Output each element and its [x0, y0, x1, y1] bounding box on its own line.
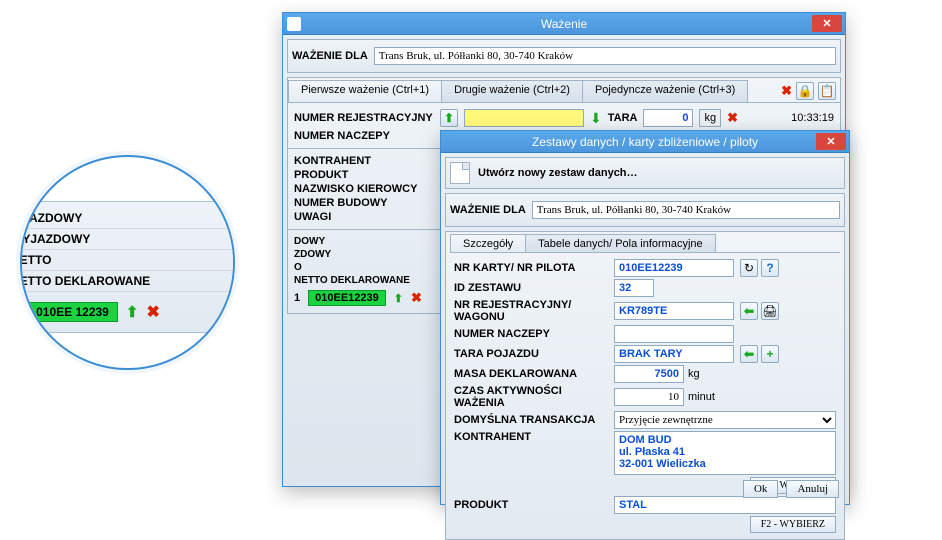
kontrahent-label-2: KONTRAHENT [454, 431, 614, 443]
front-titlebar: Zestawy danych / karty zbliżeniowe / pil… [441, 131, 849, 153]
nr-karty-label: NR KARTY/ NR PILOTA [454, 262, 614, 274]
print-icon[interactable]: 🖨 [761, 302, 779, 320]
numer-budowy-label: NUMER BUDOWY [294, 197, 454, 209]
back-netto: O [294, 262, 454, 273]
front-title: Zestawy danych / karty zbliżeniowe / pil… [532, 135, 758, 149]
kg-unit: kg [699, 109, 721, 127]
subtitle: Utwórz nowy zestaw danych… [478, 167, 638, 179]
cancel-button[interactable]: Anuluj [786, 480, 839, 498]
nazwisko-label: NAZWISKO KIEROWCY [294, 183, 454, 195]
close-icon[interactable]: ✕ [816, 133, 846, 150]
tab-single-weighing[interactable]: Pojedyncze ważenie (Ctrl+3) [582, 80, 748, 102]
wazenie-dla-label-2: WAŻENIE DLA [450, 204, 526, 216]
nr-rejestracyjny-label: NUMER REJESTRACYJNY [294, 112, 434, 124]
tab-second-weighing[interactable]: Drugie ważenie (Ctrl+2) [441, 80, 583, 102]
chip-index: 1 [294, 292, 300, 304]
arrow-left-icon-2[interactable]: ⬅ [740, 345, 758, 363]
back-wjazdowy: DOWY [294, 236, 454, 247]
clear-icon[interactable]: ✖ [781, 83, 792, 99]
nr-rejestracyjny-input[interactable] [464, 109, 584, 127]
delete-icon[interactable]: ✖ [411, 290, 422, 306]
nr-rej-label: NR REJESTRACYJNY/ WAGONU [454, 299, 614, 323]
numer-naczepy-input[interactable] [614, 325, 734, 343]
plus-icon[interactable]: + [761, 345, 779, 363]
tab-tables[interactable]: Tabele danych/ Pola informacyjne [525, 234, 715, 252]
back-title: Ważenie [541, 17, 587, 31]
produkt-value[interactable]: STAL [614, 496, 836, 514]
nr-naczepy-label: NUMER NACZEPY [294, 130, 434, 142]
zoom-wyjazdowy: WYJAZDOWY [20, 229, 235, 250]
tara-pojazdu-value[interactable]: BRAK TARY [614, 345, 734, 363]
minut-label: minut [688, 391, 715, 403]
tara-label: TARA [608, 112, 638, 124]
id-zestawu-label: ID ZESTAWU [454, 282, 614, 294]
tara-clear-icon[interactable]: ✖ [727, 110, 738, 126]
transakcja-select[interactable]: Przyjęcie zewnętrzne [614, 411, 836, 429]
nr-rej-value[interactable]: KR789TE [614, 302, 734, 320]
ok-button[interactable]: Ok [743, 480, 778, 498]
back-wyjazdowy: ZDOWY [294, 249, 454, 260]
document-icon [450, 162, 470, 184]
numer-naczepy-label-2: NUMER NACZEPY [454, 328, 614, 340]
tab-first-weighing[interactable]: Pierwsze ważenie (Ctrl+1) [288, 80, 442, 102]
czas-input[interactable] [614, 388, 684, 406]
clock: 10:33:19 [791, 112, 834, 124]
zoom-wjazdowy: WJAZDOWY [20, 208, 235, 229]
masa-value[interactable]: 7500 [614, 365, 684, 383]
arrow-left-icon[interactable]: ⬅ [740, 302, 758, 320]
transakcja-label: DOMYŚLNA TRANSAKCJA [454, 414, 614, 426]
produkt-label-2: PRODUKT [454, 499, 614, 511]
zoom-netto: NETTO [20, 250, 235, 271]
kontrahent-value[interactable]: DOM BUD ul. Płaska 41 32-001 Wieliczka [614, 431, 836, 475]
lock-icon[interactable]: 🔒 [796, 82, 814, 100]
zoom-delete-icon[interactable]: ✖ [146, 302, 159, 322]
tab-details[interactable]: Szczegóły [450, 234, 526, 252]
app-icon [287, 17, 301, 31]
id-zestawu-value[interactable]: 32 [614, 279, 654, 297]
close-icon[interactable]: ✕ [812, 15, 842, 32]
produkt-label: PRODUKT [294, 169, 454, 181]
nr-karty-value[interactable]: 010EE12239 [614, 259, 734, 277]
arrow-down-icon[interactable]: ⬇ [590, 110, 602, 127]
arrow-up-icon[interactable]: ⬆ [440, 109, 458, 127]
tara-pojazdu-label: TARA POJAZDU [454, 348, 614, 360]
zoom-card-chip[interactable]: 010EE 12239 [27, 302, 118, 322]
zoom-netto-deklarowane: NETTO DEKLAROWANE [20, 271, 235, 292]
kontrahent-label: KONTRAHENT [294, 155, 454, 167]
masa-label: MASA DEKLAROWANA [454, 368, 614, 380]
wazenie-dla-input-2[interactable] [532, 201, 840, 219]
back-titlebar: Ważenie ✕ [283, 13, 845, 35]
copy-icon[interactable]: 📋 [818, 82, 836, 100]
zoom-lens: WJAZDOWY WYJAZDOWY NETTO NETTO DEKLAROWA… [20, 155, 235, 370]
card-chip[interactable]: 010EE12239 [308, 290, 386, 306]
back-netto-deklarowane: NETTO DEKLAROWANE [294, 275, 454, 286]
kg-unit-2: kg [688, 368, 700, 380]
refresh-icon[interactable]: ↻ [740, 259, 758, 277]
wazenie-dla-label: WAŻENIE DLA [292, 50, 368, 62]
zoom-arrow-up-icon[interactable]: ⬆ [126, 303, 139, 321]
czas-label: CZAS AKTYWNOŚCI WAŻENIA [454, 385, 614, 409]
arrow-up-icon-2[interactable]: ⬆ [394, 292, 403, 305]
uwagi-label: UWAGI [294, 211, 454, 223]
help-icon[interactable]: ? [761, 259, 779, 277]
wazenie-dla-input[interactable] [374, 47, 836, 65]
tara-value: 0 [643, 109, 693, 127]
f2-button[interactable]: F2 - WYBIERZ [750, 516, 836, 533]
